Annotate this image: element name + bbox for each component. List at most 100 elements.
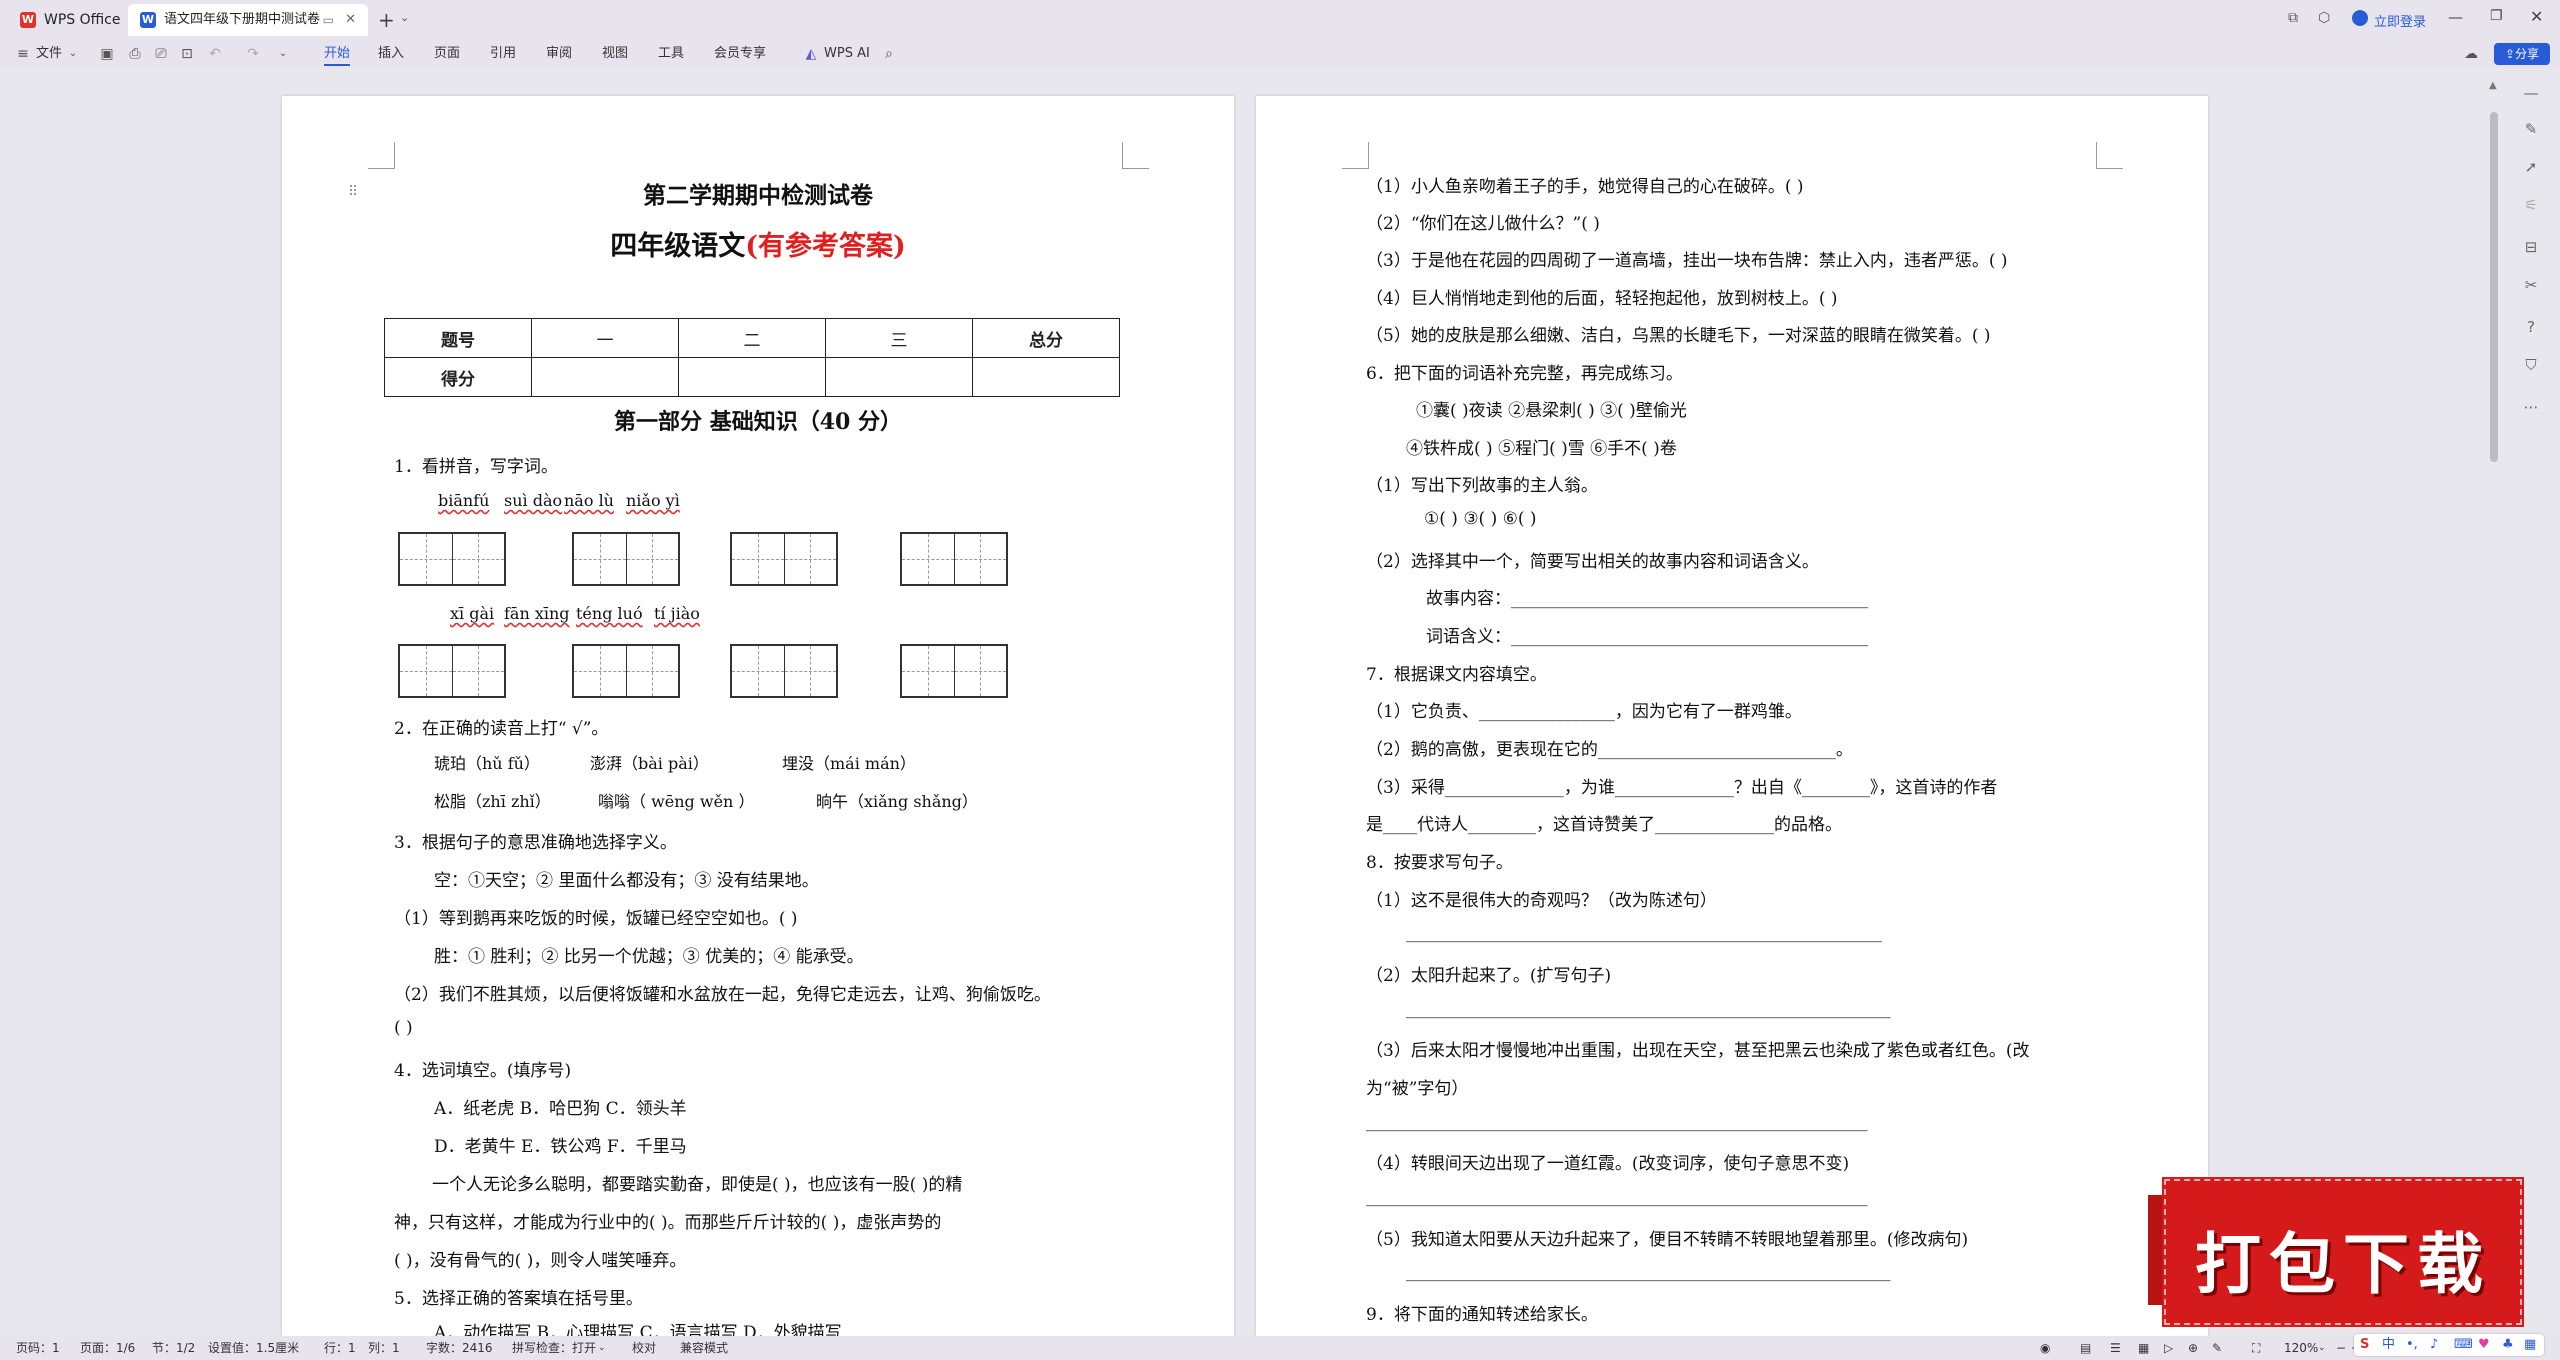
image-edit-icon[interactable]: ⊟ [2520,236,2542,258]
status-pages[interactable]: 页面：1/6 [80,1340,135,1356]
scroll-up-icon[interactable]: ▲ [2489,80,2497,91]
maximize-icon[interactable]: ❐ [2490,8,2503,24]
sliders-icon[interactable]: ⚟ [2520,194,2542,216]
tab-view[interactable]: 视图 [602,44,628,64]
close-window-icon[interactable]: ✕ [2530,7,2543,26]
wps-ai-button[interactable]: WPS AI [824,44,870,64]
chevron-down-icon[interactable]: ⌄ [598,1340,606,1356]
eye-icon[interactable]: ◉ [2040,1340,2050,1356]
ime-toolbar[interactable]: S 中 •, ♪ ⌨ ♥ ♣ ▦ [2354,1334,2544,1356]
web-view-icon[interactable]: ⊕ [2188,1340,2198,1356]
pen-icon[interactable]: ✎ [2212,1340,2222,1356]
sogou-s-icon[interactable]: S [2360,1334,2369,1356]
tab-review[interactable]: 审阅 [546,44,572,64]
more-icon[interactable]: ⋯ [2520,396,2542,418]
monitor-icon[interactable]: ▭ [323,4,334,36]
answer-line[interactable]: ________________________________________… [1366,1112,1868,1132]
writing-grid[interactable] [730,644,838,698]
grid-icon[interactable]: ▦ [2524,1334,2536,1356]
chevron-down-icon[interactable]: ⌄ [274,45,292,63]
writing-grid[interactable] [572,532,680,586]
tab-home[interactable]: 开始 [324,44,351,66]
ime-chinese-icon[interactable]: 中 [2382,1334,2395,1356]
tab-tools[interactable]: 工具 [658,44,684,64]
tab-insert[interactable]: 插入 [378,44,404,64]
writing-grid[interactable] [572,644,680,698]
tools-icon[interactable]: ✂ [2520,274,2542,296]
table-cell[interactable] [825,357,973,397]
help-icon[interactable]: ? [2520,316,2542,338]
status-setting[interactable]: 设置值：1.5厘米 [208,1340,299,1356]
table-cell[interactable] [531,357,679,397]
export-pdf-icon[interactable]: ⎙ [126,45,144,63]
answer-line[interactable]: ________________________________________… [1406,923,1882,943]
table-row: 题号 一 二 三 总分 [384,318,1120,358]
skin-icon[interactable]: ♥ [2478,1334,2490,1356]
tab-references[interactable]: 引用 [490,44,516,64]
redo-icon[interactable]: ↷ [244,45,262,63]
writing-grid[interactable] [900,644,1008,698]
answer-line[interactable]: ________________________________________… [1366,1187,1868,1207]
login-link[interactable]: 立即登录 [2374,11,2426,30]
document-page-1[interactable]: ⠿ 第二学期期中检测试卷 四年级语文(有参考答案) 题号 一 二 三 总分 得分… [282,96,1234,1343]
status-col[interactable]: 列：1 [368,1340,400,1356]
chevron-down-icon[interactable]: ⌄ [400,11,409,24]
writing-grid[interactable] [730,532,838,586]
status-row[interactable]: 行：1 [324,1340,356,1356]
status-section[interactable]: 节：1/2 [152,1340,195,1356]
new-tab-icon[interactable]: + [378,8,395,32]
writing-grid[interactable] [900,532,1008,586]
file-menu[interactable]: 文件 [36,44,62,64]
undo-icon[interactable]: ↶ [206,45,224,63]
print-preview-icon[interactable]: ⊡ [178,45,196,63]
tab-member[interactable]: 会员专享 [714,44,766,64]
play-icon[interactable]: ▷ [2164,1340,2173,1356]
minimize-icon[interactable]: — [2448,8,2463,26]
wps-ai-icon[interactable]: ◭ [802,45,820,63]
outline-view-icon[interactable]: ☰ [2110,1340,2121,1356]
read-view-icon[interactable]: ▦ [2138,1340,2149,1356]
table-cell[interactable] [972,357,1120,397]
print-icon[interactable]: ⎚ [152,45,170,63]
pointer-icon[interactable]: ➚ [2520,156,2542,178]
status-spellcheck[interactable]: 拼写检查：打开 [512,1340,596,1356]
close-tab-icon[interactable]: ✕ [345,4,356,36]
shirt-icon[interactable]: ⛉ [2520,354,2542,376]
cube-icon[interactable]: ⬡ [2318,10,2330,26]
window-restore-icon[interactable]: ⧉ [2288,10,2298,26]
tab-wps-office[interactable]: W WPS Office [8,4,128,36]
question-5: 5．选择正确的答案填在括号里。 [394,1289,643,1309]
download-banner[interactable]: 打包下载 [2148,1177,2524,1327]
scrollbar-thumb[interactable] [2490,112,2498,462]
zoom-level[interactable]: 120% [2284,1340,2318,1356]
collapse-icon[interactable]: — [2520,82,2542,104]
punct-icon[interactable]: •, [2406,1334,2418,1356]
tab-label: 语文四年级下册期中测试卷 [164,12,321,27]
answer-line[interactable]: ________________________________________… [1406,1262,1891,1282]
writing-grid[interactable] [398,532,506,586]
writing-grid[interactable] [398,644,506,698]
tab-page[interactable]: 页面 [434,44,460,64]
document-page-2[interactable]: （1）小人鱼亲吻着王子的手，她觉得自己的心在破碎。( ) （2）“你们在这儿做什… [1256,96,2208,1336]
tab-document[interactable]: W 语文四年级下册期中测试卷 ▭ ✕ [128,4,368,36]
menu-icon[interactable]: ≡ [14,45,32,63]
chevron-down-icon[interactable]: ⌄ [64,45,82,63]
status-page-num[interactable]: 页码：1 [16,1340,60,1356]
shirt-icon[interactable]: ♣ [2502,1334,2514,1356]
status-proofread[interactable]: 校对 [632,1340,656,1356]
search-icon[interactable]: ⌕ [880,45,898,63]
table-row: 得分 [384,357,1120,397]
zoom-out-icon[interactable]: − [2336,1340,2346,1356]
pen-icon[interactable]: ✎ [2520,118,2542,140]
answer-line[interactable]: ________________________________________… [1406,999,1891,1019]
mic-icon[interactable]: ♪ [2430,1334,2438,1356]
share-button[interactable]: ⇪分享 [2494,43,2550,65]
fit-page-icon[interactable]: ⛶ [2252,1340,2260,1356]
status-words[interactable]: 字数：2416 [426,1340,493,1356]
keyboard-icon[interactable]: ⌨ [2454,1334,2473,1356]
page-view-icon[interactable]: ▤ [2080,1340,2091,1356]
chevron-down-icon[interactable]: ⌄ [2318,1340,2326,1356]
cloud-icon[interactable]: ☁ [2462,45,2480,63]
table-cell[interactable] [678,357,826,397]
save-icon[interactable]: ▣ [98,45,116,63]
